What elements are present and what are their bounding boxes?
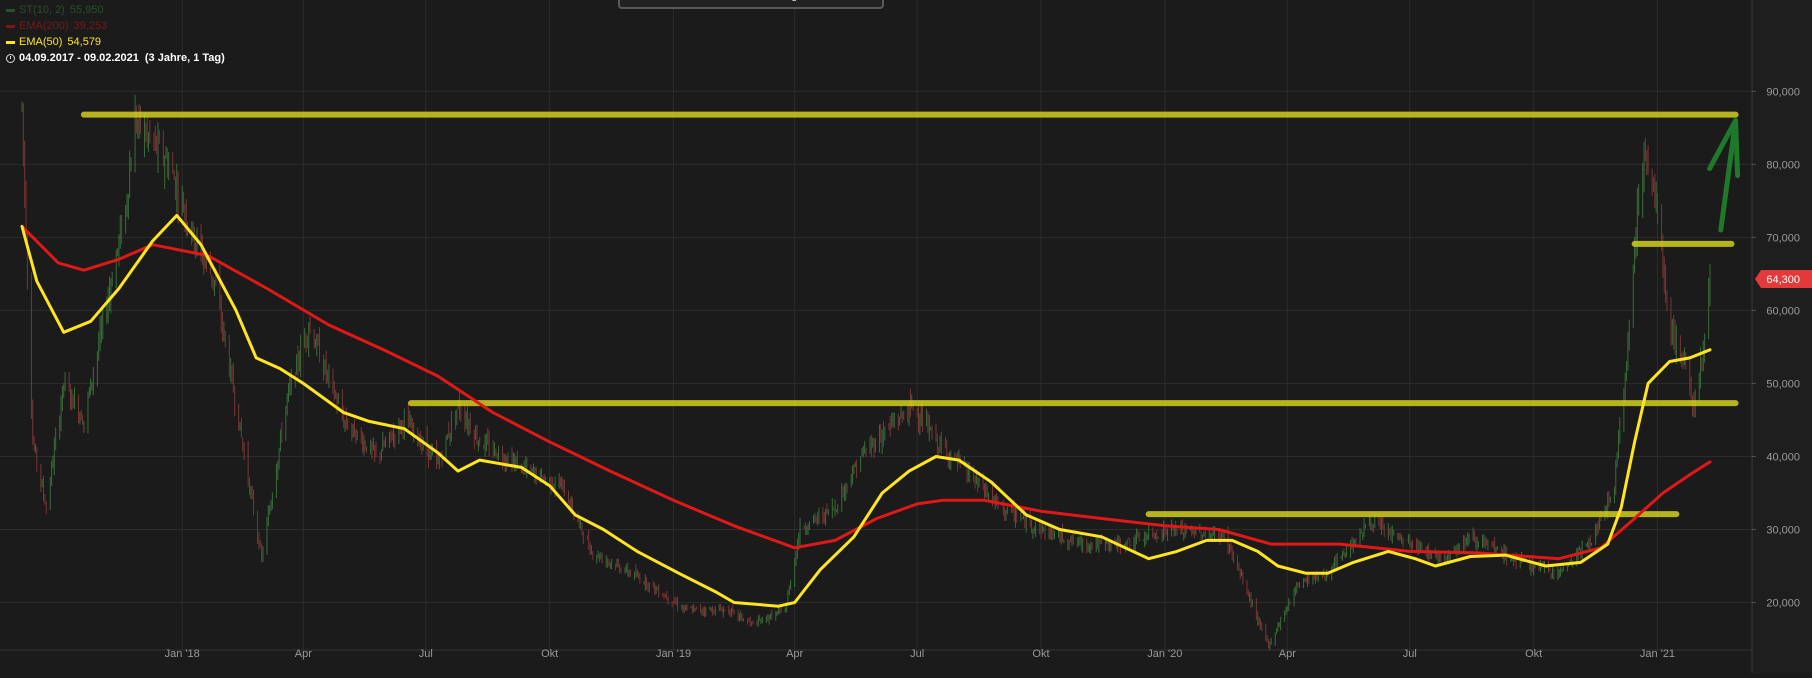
y-axis-panel: [1752, 0, 1812, 673]
legend-period[interactable]: 04.09.2017 - 09.02.2021 (3 Jahre, 1 Tag): [6, 50, 225, 66]
x-tick-label: Okt: [1525, 648, 1542, 660]
chart-toolbar-tab[interactable]: [618, 0, 884, 9]
y-tick-label: 90,000: [1766, 86, 1800, 98]
resize-grip-icon[interactable]: [792, 0, 796, 1]
x-tick-label: Jan '18: [165, 648, 200, 660]
legend-swatch-st: [6, 8, 15, 12]
y-tick-label: 60,000: [1766, 305, 1800, 317]
legend-value-st: 55,950: [69, 4, 104, 16]
y-tick-label: 20,000: [1766, 598, 1800, 610]
chart-legend: ST(10, 2) 55,950 EMA(200) 39,253 EMA(50)…: [6, 2, 225, 66]
price-tag-label: 64,300: [1766, 274, 1800, 286]
y-tick-label: 30,000: [1766, 524, 1800, 536]
chart-canvas[interactable]: 20,000 30,000 40,000 50,000 60,000 70,000 80,0…: [0, 0, 1812, 673]
legend-swatch-ema200: [6, 24, 15, 28]
x-tick-label: Okt: [541, 648, 558, 660]
y-tick-label: 70,000: [1766, 232, 1800, 244]
legend-value-ema200: 39,253: [73, 20, 108, 32]
legend-item-ema200[interactable]: EMA(200) 39,253: [6, 18, 225, 34]
x-tick-label: Okt: [1032, 648, 1049, 660]
x-tick-label: Jan '19: [656, 648, 691, 660]
period-detail: (3 Jahre, 1 Tag): [144, 52, 225, 64]
legend-label-st: ST(10, 2): [19, 4, 65, 16]
clock-icon: [6, 53, 15, 63]
y-tick-label: 80,000: [1766, 159, 1800, 171]
legend-value-ema50: 54,579: [67, 36, 102, 48]
y-tick-label: 40,000: [1766, 451, 1800, 463]
legend-label-ema50: EMA(50): [19, 36, 63, 48]
x-tick-label: Jul: [1403, 648, 1417, 660]
x-tick-label: Jul: [419, 648, 433, 660]
x-tick-label: Apr: [1279, 648, 1296, 660]
x-tick-label: Jul: [910, 648, 924, 660]
stock-chart[interactable]: 20,000 30,000 40,000 50,000 60,000 70,000 80,0…: [0, 0, 1812, 673]
legend-item-ema50[interactable]: EMA(50) 54,579: [6, 34, 225, 50]
x-tick-label: Apr: [295, 648, 312, 660]
y-tick-label: 50,000: [1766, 378, 1800, 390]
legend-item-st[interactable]: ST(10, 2) 55,950: [6, 2, 225, 18]
period-range: 04.09.2017 - 09.02.2021: [19, 52, 139, 64]
chart-background: [0, 0, 1812, 673]
legend-swatch-ema50: [6, 40, 15, 44]
x-tick-label: Jan '20: [1147, 648, 1182, 660]
x-tick-label: Jan '21: [1640, 648, 1675, 660]
x-tick-label: Apr: [786, 648, 803, 660]
legend-label-ema200: EMA(200): [19, 20, 69, 32]
